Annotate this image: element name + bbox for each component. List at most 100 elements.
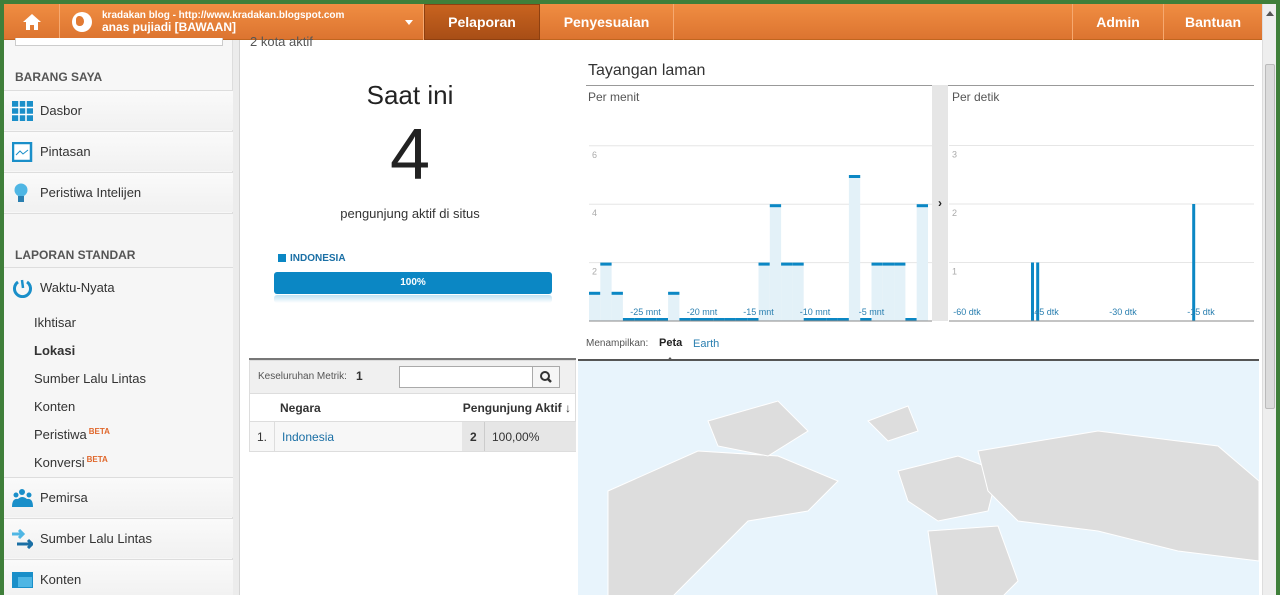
x-tick-label: -30 dtk: [1109, 307, 1137, 317]
bar-fill: [848, 175, 861, 321]
sidebar-item-traffic-sources[interactable]: Sumber Lalu Lintas: [4, 518, 233, 558]
sidebar-item-label: Dasbor: [40, 103, 82, 118]
bar-top: [916, 204, 928, 208]
y-tick-label: 1: [952, 267, 957, 277]
metric-value: 1: [356, 369, 363, 383]
vertical-scrollbar[interactable]: [1262, 4, 1276, 595]
content-icon: [12, 572, 33, 588]
sidebar-item-label: Konten: [40, 572, 82, 587]
home-button[interactable]: [4, 4, 60, 40]
audience-icon: [12, 489, 33, 507]
y-tick-label: 3: [952, 150, 957, 160]
second-bar: [1192, 204, 1196, 321]
row-rank: 1.: [257, 430, 268, 444]
sidebar-item-dasbor[interactable]: Dasbor: [4, 90, 233, 130]
row-count: 2: [470, 430, 477, 444]
pageviews-charts: › Per menit Per detik 2 4 6 -25 mnt -20 mnt -15 …: [586, 85, 1254, 322]
col-label: Pengunjung Aktif: [462, 401, 562, 415]
bar-fill: [916, 204, 928, 321]
sort-down-icon: ↓: [565, 401, 571, 415]
row-percent: 100,00%: [492, 430, 540, 444]
view-map-tab[interactable]: Peta: [659, 337, 682, 349]
realtime-icon: [13, 279, 32, 298]
bar-top: [600, 262, 612, 266]
x-tick-label: -5 mnt: [859, 307, 885, 317]
sub-konten[interactable]: Konten: [34, 399, 75, 414]
arrows-icon: [12, 529, 33, 549]
scroll-up-icon[interactable]: [1266, 7, 1274, 16]
bar-top: [668, 291, 680, 295]
world-map[interactable]: [578, 359, 1259, 595]
sub-peristiwa[interactable]: Peristiwa BETA: [34, 427, 110, 442]
active-subtitle: pengunjung aktif di situs: [340, 206, 480, 221]
sub-ikhtisar[interactable]: Ikhtisar: [34, 315, 76, 330]
admin-link[interactable]: Admin: [1072, 4, 1164, 40]
chevron-right-icon: ›: [938, 196, 942, 210]
bar-top: [871, 262, 883, 266]
sub-konversi[interactable]: Konversi BETA: [34, 455, 108, 470]
bar-top: [882, 262, 895, 266]
chevron-down-icon: [405, 20, 413, 29]
view-earth-tab[interactable]: Earth: [693, 338, 719, 350]
bar-fill: [668, 291, 680, 321]
sub-label: Konversi: [34, 455, 85, 470]
bar-top: [848, 175, 861, 178]
country-share-bar: 100%: [274, 272, 552, 294]
sub-traffic[interactable]: Sumber Lalu Lintas: [34, 371, 146, 386]
world-map-shapes: [607, 400, 1259, 595]
sidebar: BARANG SAYA Dasbor Pintasan Peristiwa In…: [4, 38, 233, 595]
x-tick-label: -10 mnt: [800, 307, 831, 317]
sidebar-item-label: Waktu-Nyata: [40, 280, 115, 295]
shortcut-icon: [12, 142, 33, 162]
sidebar-item-pemirsa[interactable]: Pemirsa: [4, 477, 233, 517]
y-tick-label: 2: [592, 267, 597, 277]
sidebar-item-intelligence[interactable]: Peristiwa Intelijen: [4, 172, 233, 212]
col-active-visitors[interactable]: Pengunjung Aktif ↓: [463, 401, 571, 415]
grid-icon: [12, 101, 33, 121]
scroll-thumb[interactable]: [1265, 64, 1275, 409]
sub-label: Peristiwa: [34, 427, 87, 442]
section-standard-reports: LAPORAN STANDAR: [15, 248, 136, 262]
sidebar-item-pintasan[interactable]: Pintasan: [4, 131, 233, 171]
bar-top: [758, 262, 770, 266]
x-tick-label: -15 mnt: [743, 307, 774, 317]
bar-top: [894, 262, 906, 266]
y-tick-label: 6: [592, 150, 597, 160]
sidebar-search[interactable]: [15, 38, 223, 46]
account-selector[interactable]: kradakan blog - http://www.kradakan.blog…: [60, 4, 424, 40]
bar-top: [792, 262, 804, 266]
sidebar-divider[interactable]: [233, 40, 240, 595]
table-row: 1. Indonesia 2 100,00%: [249, 422, 576, 452]
search-icon: [540, 371, 552, 383]
view-label: Menampilkan:: [586, 338, 649, 349]
bar-fill: [769, 204, 782, 321]
metric-label: Keseluruhan Metrik:: [258, 371, 347, 382]
app-window: kradakan blog - http://www.kradakan.blog…: [4, 4, 1276, 595]
per-minute-label: Per menit: [588, 90, 640, 104]
sidebar-item-label: Pemirsa: [40, 490, 88, 505]
x-tick-label: -15 dtk: [1187, 307, 1215, 317]
sidebar-item-label: Pintasan: [40, 144, 91, 159]
country-link[interactable]: Indonesia: [282, 430, 334, 444]
sub-lokasi[interactable]: Lokasi: [34, 343, 75, 358]
sidebar-item-konten[interactable]: Konten: [4, 559, 233, 595]
bar-fill: [781, 262, 793, 321]
bar-fill: [589, 291, 601, 321]
bar-fill: [894, 262, 906, 321]
bar-fill: [611, 291, 623, 321]
col-country[interactable]: Negara: [280, 401, 321, 415]
x-tick-label: -20 mnt: [687, 307, 718, 317]
x-tick-label: -45 dtk: [1031, 307, 1059, 317]
bar-top: [769, 204, 782, 208]
tab-penyesuaian[interactable]: Penyesuaian: [540, 4, 674, 40]
lightbulb-icon: [14, 183, 28, 202]
sidebar-item-label: Peristiwa Intelijen: [40, 185, 142, 200]
help-link[interactable]: Bantuan: [1164, 4, 1262, 40]
table-search-input[interactable]: [399, 366, 533, 388]
y-tick-label: 4: [592, 208, 597, 218]
bar-fill: [882, 262, 895, 321]
search-button[interactable]: [532, 366, 560, 388]
per-second-label: Per detik: [952, 90, 1000, 104]
bar-top: [589, 291, 601, 295]
tab-pelaporan[interactable]: Pelaporan: [424, 4, 540, 40]
